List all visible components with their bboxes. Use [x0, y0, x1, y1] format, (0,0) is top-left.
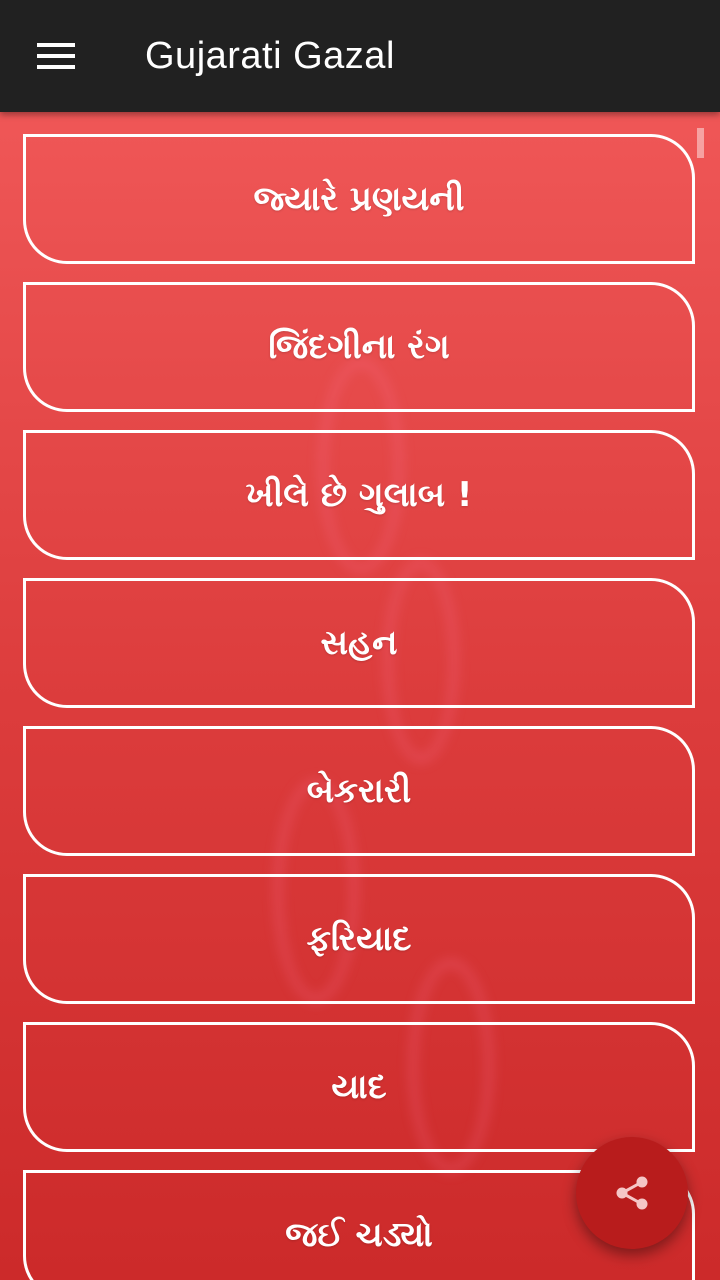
- list-item-label: ફરિયાદ: [306, 919, 412, 959]
- share-icon: [616, 1176, 648, 1210]
- list-item[interactable]: જિંદગીના રંગ: [23, 282, 695, 412]
- list-item-label: સહન: [320, 623, 398, 663]
- hamburger-menu-icon: [37, 43, 75, 69]
- list-item[interactable]: ફરિયાદ: [23, 874, 695, 1004]
- list-item-label: જઈ ચડ્યો: [285, 1215, 433, 1255]
- app-bar: Gujarati Gazal: [0, 0, 720, 112]
- list-item[interactable]: ખીલે છે ગુલાબ !: [23, 430, 695, 560]
- scrollbar[interactable]: [697, 128, 704, 158]
- list-item[interactable]: યાદ: [23, 1022, 695, 1152]
- menu-button[interactable]: [20, 20, 92, 92]
- share-button[interactable]: [576, 1137, 688, 1249]
- list-item[interactable]: જ્યારે પ્રણયની: [23, 134, 695, 264]
- app-title: Gujarati Gazal: [145, 35, 395, 77]
- list-item[interactable]: બેકરારી: [23, 726, 695, 856]
- gazal-list[interactable]: જ્યારે પ્રણયની જિંદગીના રંગ ખીલે છે ગુલા…: [0, 112, 720, 1280]
- list-item-label: જિંદગીના રંગ: [268, 327, 450, 367]
- list-item[interactable]: સહન: [23, 578, 695, 708]
- list-item-label: બેકરારી: [306, 771, 412, 811]
- screen: Gujarati Gazal જ્યારે પ્રણયની જિંદગીના ર…: [0, 0, 720, 1280]
- list-item-label: જ્યારે પ્રણયની: [253, 179, 465, 219]
- list-item-label: ખીલે છે ગુલાબ !: [245, 475, 473, 515]
- list-item-label: યાદ: [331, 1067, 387, 1107]
